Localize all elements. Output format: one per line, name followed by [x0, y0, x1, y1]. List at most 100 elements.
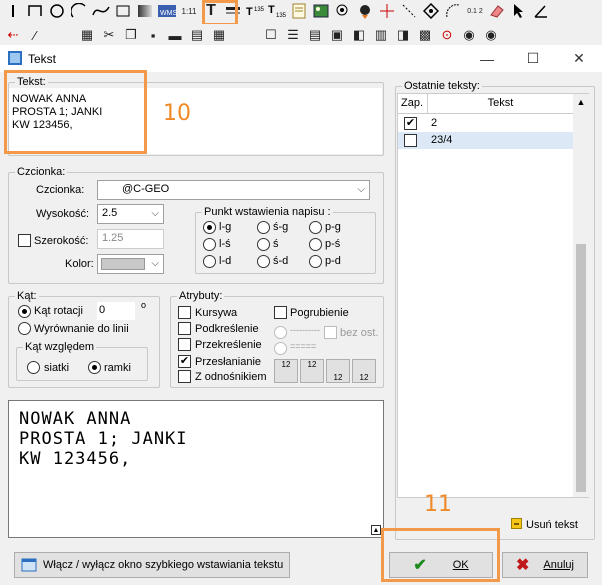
text-height-icon[interactable]: T 135: [244, 1, 266, 21]
wms-icon[interactable]: WMS: [156, 1, 178, 21]
italic-label: Kursywa: [195, 307, 238, 319]
overlap-checkbox[interactable]: ✔: [178, 355, 191, 368]
anchor-radio-ld[interactable]: [203, 255, 216, 268]
anchor-radio-ls[interactable]: [203, 238, 216, 251]
curve-icon[interactable]: [90, 1, 112, 21]
row-1-checkbox[interactable]: ✔: [404, 117, 417, 130]
scissors-icon[interactable]: ✂: [98, 25, 120, 45]
no-offset-checkbox[interactable]: [324, 326, 337, 339]
save-icon[interactable]: ▪: [142, 25, 164, 45]
select-arrow-icon[interactable]: [508, 1, 530, 21]
scroll-up-icon[interactable]: ▲: [573, 94, 589, 107]
circle-icon[interactable]: [46, 1, 68, 21]
diagonal-dots-icon[interactable]: [398, 1, 420, 21]
dash2-radio[interactable]: [274, 342, 287, 355]
scale-icon[interactable]: 1:11: [178, 1, 200, 21]
relative-group-label: Kąt względem: [23, 341, 97, 353]
eraser-icon[interactable]: [486, 1, 508, 21]
attributes-group-label: Atrybuty:: [177, 290, 225, 302]
grid-icon[interactable]: ▦: [208, 25, 230, 45]
dash1-label: ----------: [290, 325, 320, 335]
page-icon[interactable]: ▤: [304, 25, 326, 45]
gradient-icon[interactable]: [134, 1, 156, 21]
layer-icon[interactable]: ▤: [186, 25, 208, 45]
remove-text-button[interactable]: Usuń tekst: [526, 519, 578, 531]
recent-row-2[interactable]: 23/4: [398, 132, 573, 149]
bars-icon[interactable]: ☰: [282, 25, 304, 45]
anchor-radio-pd[interactable]: [309, 255, 322, 268]
align-radio[interactable]: [18, 322, 31, 335]
refs-checkbox[interactable]: [178, 370, 191, 383]
target-icon[interactable]: ⊙: [436, 25, 458, 45]
folder-icon[interactable]: ▬: [164, 25, 186, 45]
remove-icon: [511, 518, 522, 529]
symbol-icon[interactable]: [354, 1, 376, 21]
scroll-thumb[interactable]: [576, 244, 586, 492]
slash-tool-icon[interactable]: ⁄: [24, 25, 46, 45]
dash1-radio[interactable]: [274, 326, 287, 339]
close-button[interactable]: ✕: [556, 45, 602, 72]
anchor-radio-sd[interactable]: [257, 255, 270, 268]
crosshair-icon[interactable]: [376, 1, 398, 21]
resize-icon[interactable]: ▲: [371, 525, 381, 535]
polyline-icon[interactable]: [24, 1, 46, 21]
document-icon[interactable]: [288, 1, 310, 21]
row-2-checkbox[interactable]: [404, 134, 417, 147]
recent-scrollbar[interactable]: ▲: [573, 94, 589, 497]
numbers-icon[interactable]: 0.1 2: [464, 1, 486, 21]
diamond-icon[interactable]: [420, 1, 442, 21]
point-icon[interactable]: [332, 1, 354, 21]
recent-row-1[interactable]: ✔ 2: [398, 115, 573, 132]
dash2-label: =====: [290, 341, 317, 351]
layers-icon[interactable]: ◧: [348, 25, 370, 45]
copy-icon[interactable]: ❐: [120, 25, 142, 45]
lock-icon[interactable]: ◉: [458, 25, 480, 45]
anchor-radio-lg[interactable]: [203, 221, 216, 234]
height-select[interactable]: 2.5 ⌵: [97, 204, 164, 224]
color-select[interactable]: ⌵: [97, 254, 164, 274]
grid-radio[interactable]: [27, 361, 40, 374]
square-icon[interactable]: ☐: [260, 25, 282, 45]
leader-label-1: 12: [281, 360, 291, 369]
width-input[interactable]: 1.25: [97, 229, 164, 249]
leader-button-4[interactable]: 12: [352, 359, 376, 383]
italic-checkbox[interactable]: [178, 306, 191, 319]
toggle-quick-insert-button[interactable]: Włącz / wyłącz okno szybkiego wstawiania…: [14, 552, 290, 578]
info-icon[interactable]: ▥: [370, 25, 392, 45]
maximize-button[interactable]: ☐: [510, 45, 556, 72]
width-label: Szerokość:: [34, 235, 89, 247]
row-1-text: 2: [431, 117, 438, 129]
anchor-radio-pg[interactable]: [309, 221, 322, 234]
underline-checkbox[interactable]: [178, 322, 191, 335]
measure-icon[interactable]: [442, 1, 464, 21]
col-text-header[interactable]: Tekst: [428, 94, 573, 114]
rotation-input[interactable]: 0: [97, 302, 135, 320]
leader-button-2[interactable]: 12: [300, 359, 324, 383]
anchor-radio-sg[interactable]: [257, 221, 270, 234]
angle-tool-icon[interactable]: [530, 1, 552, 21]
strike-checkbox[interactable]: [178, 338, 191, 351]
anchor-radio-s[interactable]: [257, 238, 270, 251]
minimize-button[interactable]: —: [464, 45, 510, 72]
stack-icon[interactable]: ◨: [392, 25, 414, 45]
col-zap-header[interactable]: Zap.: [398, 94, 428, 114]
line-icon[interactable]: [2, 1, 24, 21]
box-icon[interactable]: ▩: [414, 25, 436, 45]
font-select[interactable]: @C-GEO ⌵: [97, 180, 370, 200]
anchor-radio-ps[interactable]: [309, 238, 322, 251]
print-icon[interactable]: ▣: [326, 25, 348, 45]
image-icon[interactable]: [310, 1, 332, 21]
arc-icon[interactable]: [68, 1, 90, 21]
width-checkbox[interactable]: [18, 234, 31, 247]
table-icon[interactable]: ▦: [76, 25, 98, 45]
frame-radio[interactable]: [88, 361, 101, 374]
rotation-radio[interactable]: [18, 305, 31, 318]
text-index-icon[interactable]: T 135: [266, 1, 288, 21]
bold-checkbox[interactable]: [274, 306, 287, 319]
leader-button-1[interactable]: 12: [274, 359, 298, 383]
cancel-button[interactable]: ✖ Anuluj: [502, 552, 588, 578]
lock2-icon[interactable]: ◉: [480, 25, 502, 45]
leader-button-3[interactable]: 12: [326, 359, 350, 383]
undo-icon[interactable]: ⇠: [2, 25, 24, 45]
rectangle-icon[interactable]: [112, 1, 134, 21]
